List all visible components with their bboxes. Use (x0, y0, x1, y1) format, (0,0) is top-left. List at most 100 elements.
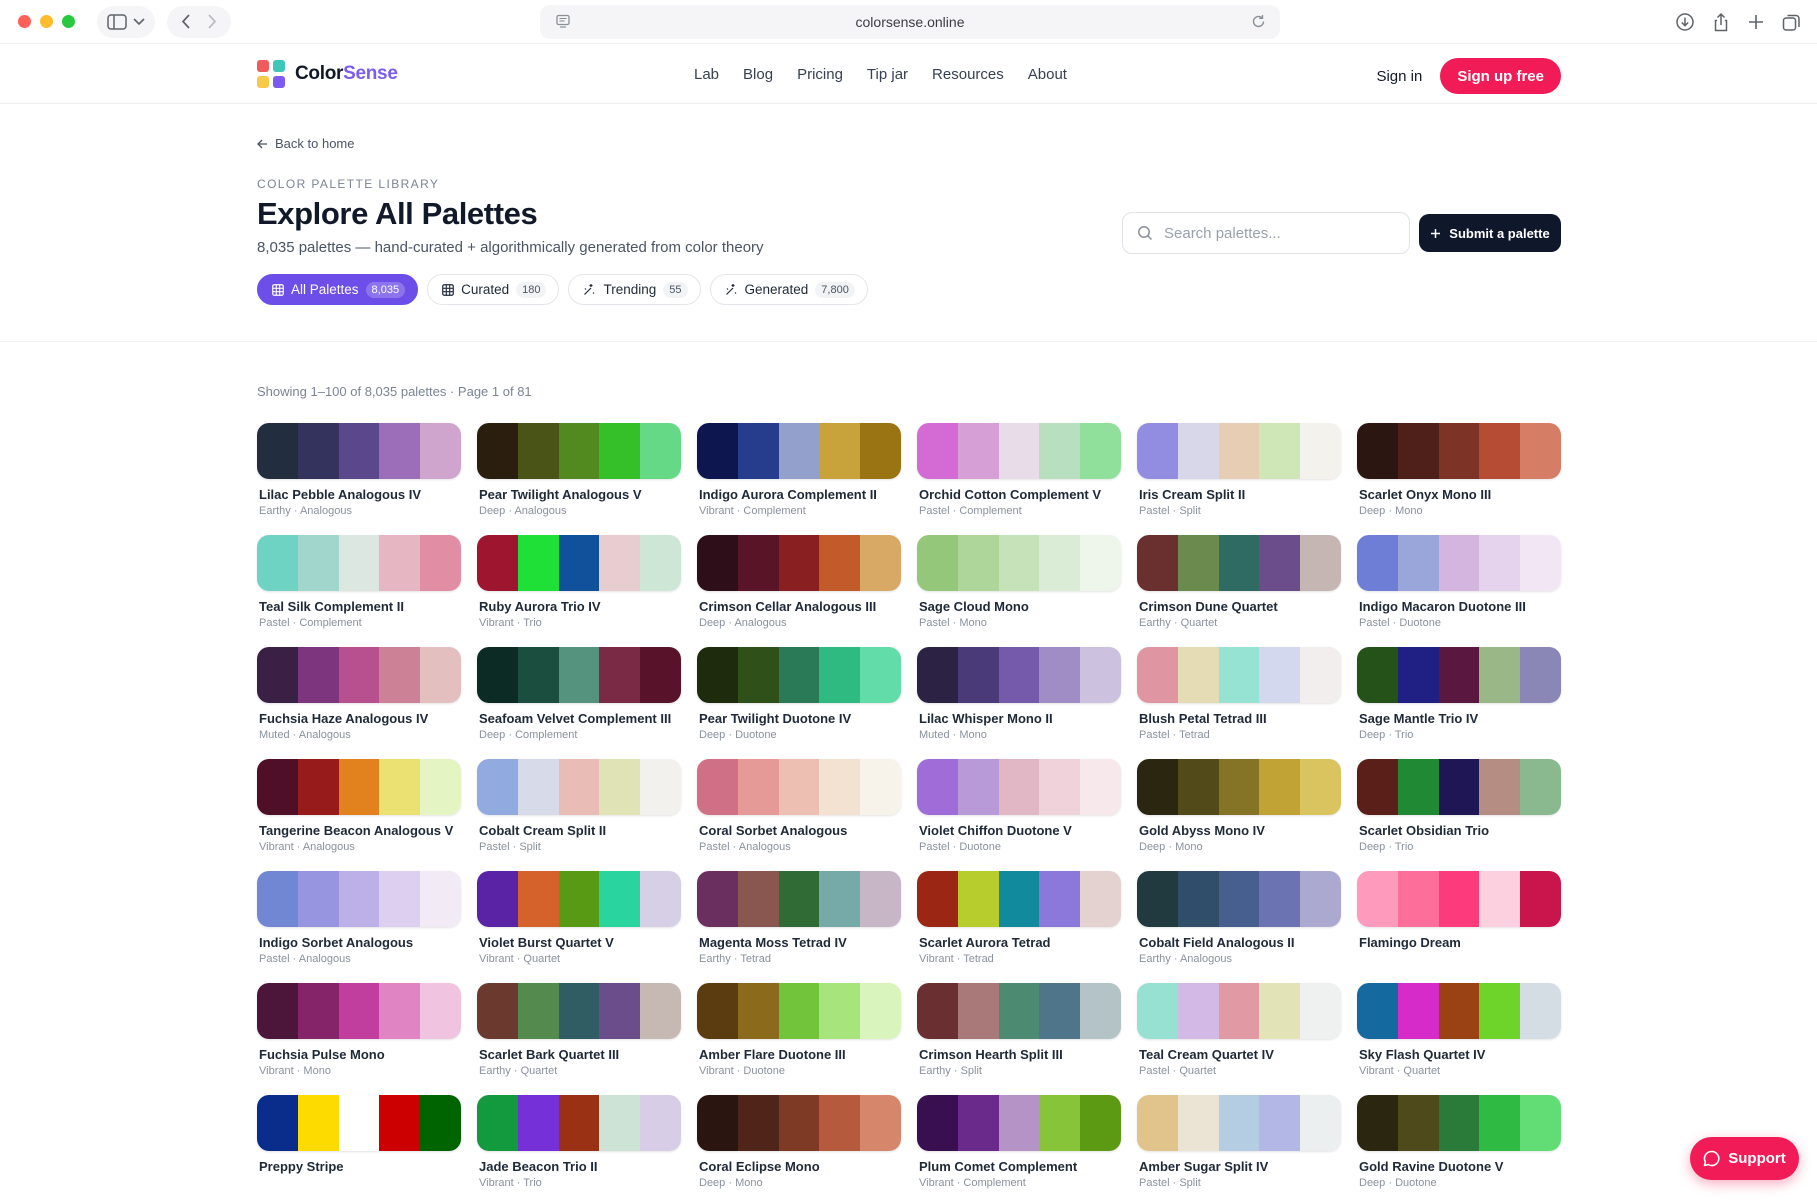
palette-card[interactable]: Tangerine Beacon Analogous V Vibrant · An… (257, 759, 461, 871)
palette-swatches[interactable] (1137, 983, 1341, 1039)
palette-swatches[interactable] (477, 647, 681, 703)
palette-card[interactable]: Amber Sugar Split IV Pastel · Split (1137, 1095, 1341, 1200)
palette-card[interactable]: Violet Burst Quartet V Vibrant · Quartet (477, 871, 681, 983)
submit-palette-button[interactable]: Submit a palette (1419, 214, 1561, 252)
color-swatch[interactable] (1438, 647, 1480, 703)
palette-swatches[interactable] (917, 423, 1121, 479)
color-swatch[interactable] (379, 535, 421, 591)
color-swatch[interactable] (697, 983, 738, 1039)
palette-name[interactable]: Preppy Stripe (259, 1159, 461, 1174)
tab-overview-icon[interactable] (1782, 12, 1801, 32)
color-swatch[interactable] (477, 983, 518, 1039)
palette-swatches[interactable] (1357, 759, 1561, 815)
palette-name[interactable]: Plum Comet Complement (919, 1159, 1121, 1174)
color-swatch[interactable] (599, 759, 641, 815)
forward-arrow-icon[interactable] (208, 14, 217, 29)
color-swatch[interactable] (1300, 647, 1341, 703)
palette-name[interactable]: Sage Cloud Mono (919, 599, 1121, 614)
filter-tab-curated[interactable]: Curated 180 (427, 274, 560, 305)
palette-swatches[interactable] (697, 423, 901, 479)
color-swatch[interactable] (517, 871, 559, 927)
palette-card[interactable]: Coral Eclipse Mono Deep · Mono (697, 1095, 901, 1200)
back-arrow-icon[interactable] (181, 14, 190, 29)
color-swatch[interactable] (778, 871, 820, 927)
color-swatch[interactable] (737, 423, 779, 479)
color-swatch[interactable] (819, 535, 861, 591)
color-swatch[interactable] (599, 535, 641, 591)
color-swatch[interactable] (1300, 535, 1341, 591)
palette-card[interactable]: Flamingo Dream (1357, 871, 1561, 983)
palette-card[interactable]: Violet Chiffon Duotone V Pastel · Duotone (917, 759, 1121, 871)
color-swatch[interactable] (819, 1095, 861, 1151)
color-swatch[interactable] (737, 983, 779, 1039)
palette-name[interactable]: Cobalt Field Analogous II (1139, 935, 1341, 950)
color-swatch[interactable] (819, 871, 861, 927)
color-swatch[interactable] (338, 535, 380, 591)
color-swatch[interactable] (860, 759, 901, 815)
palette-card[interactable]: Magenta Moss Tetrad IV Earthy · Tetrad (697, 871, 901, 983)
palette-card[interactable]: Pear Twilight Duotone IV Deep · Duotone (697, 647, 901, 759)
palette-card[interactable]: Crimson Cellar Analogous III Deep · Analo… (697, 535, 901, 647)
color-swatch[interactable] (257, 1095, 298, 1151)
color-swatch[interactable] (1479, 983, 1521, 1039)
color-swatch[interactable] (860, 647, 901, 703)
color-swatch[interactable] (1137, 871, 1178, 927)
color-swatch[interactable] (957, 535, 999, 591)
color-swatch[interactable] (957, 423, 999, 479)
color-swatch[interactable] (917, 871, 958, 927)
palette-swatches[interactable] (477, 871, 681, 927)
palette-swatches[interactable] (257, 423, 461, 479)
color-swatch[interactable] (420, 871, 461, 927)
color-swatch[interactable] (860, 983, 901, 1039)
color-swatch[interactable] (1259, 759, 1301, 815)
color-swatch[interactable] (1479, 647, 1521, 703)
palette-name[interactable]: Gold Abyss Mono IV (1139, 823, 1341, 838)
color-swatch[interactable] (297, 423, 339, 479)
color-swatch[interactable] (1520, 423, 1561, 479)
color-swatch[interactable] (957, 983, 999, 1039)
color-swatch[interactable] (737, 647, 779, 703)
palette-name[interactable]: Orchid Cotton Complement V (919, 487, 1121, 502)
color-swatch[interactable] (1218, 871, 1260, 927)
palette-card[interactable]: Crimson Dune Quartet Earthy · Quartet (1137, 535, 1341, 647)
color-swatch[interactable] (420, 535, 461, 591)
color-swatch[interactable] (558, 759, 600, 815)
color-swatch[interactable] (517, 535, 559, 591)
color-swatch[interactable] (1039, 983, 1081, 1039)
color-swatch[interactable] (697, 423, 738, 479)
color-swatch[interactable] (1177, 1095, 1219, 1151)
color-swatch[interactable] (599, 983, 641, 1039)
color-swatch[interactable] (1177, 535, 1219, 591)
palette-card[interactable]: Cobalt Cream Split II Pastel · Split (477, 759, 681, 871)
palette-card[interactable]: Lilac Whisper Mono II Muted · Mono (917, 647, 1121, 759)
palette-name[interactable]: Scarlet Onyx Mono III (1359, 487, 1561, 502)
palette-swatches[interactable] (1357, 1095, 1561, 1151)
palette-card[interactable]: Scarlet Bark Quartet III Earthy · Quartet (477, 983, 681, 1095)
color-swatch[interactable] (1300, 983, 1341, 1039)
color-swatch[interactable] (737, 871, 779, 927)
palette-name[interactable]: Blush Petal Tetrad III (1139, 711, 1341, 726)
color-swatch[interactable] (297, 983, 339, 1039)
color-swatch[interactable] (778, 1095, 820, 1151)
color-swatch[interactable] (1357, 647, 1398, 703)
color-swatch[interactable] (998, 535, 1040, 591)
palette-swatches[interactable] (477, 983, 681, 1039)
color-swatch[interactable] (1218, 423, 1260, 479)
palette-name[interactable]: Crimson Dune Quartet (1139, 599, 1341, 614)
nav-blog[interactable]: Blog (743, 66, 773, 83)
nav-resources[interactable]: Resources (932, 66, 1004, 83)
palette-swatches[interactable] (1137, 871, 1341, 927)
color-swatch[interactable] (640, 759, 681, 815)
color-swatch[interactable] (1218, 759, 1260, 815)
color-swatch[interactable] (998, 647, 1040, 703)
color-swatch[interactable] (517, 423, 559, 479)
palette-card[interactable]: Orchid Cotton Complement V Pastel · Compl… (917, 423, 1121, 535)
color-swatch[interactable] (1259, 871, 1301, 927)
color-swatch[interactable] (1080, 871, 1121, 927)
color-swatch[interactable] (1137, 423, 1178, 479)
color-swatch[interactable] (599, 871, 641, 927)
color-swatch[interactable] (1479, 759, 1521, 815)
color-swatch[interactable] (1300, 871, 1341, 927)
palette-swatches[interactable] (257, 647, 461, 703)
color-swatch[interactable] (1520, 983, 1561, 1039)
